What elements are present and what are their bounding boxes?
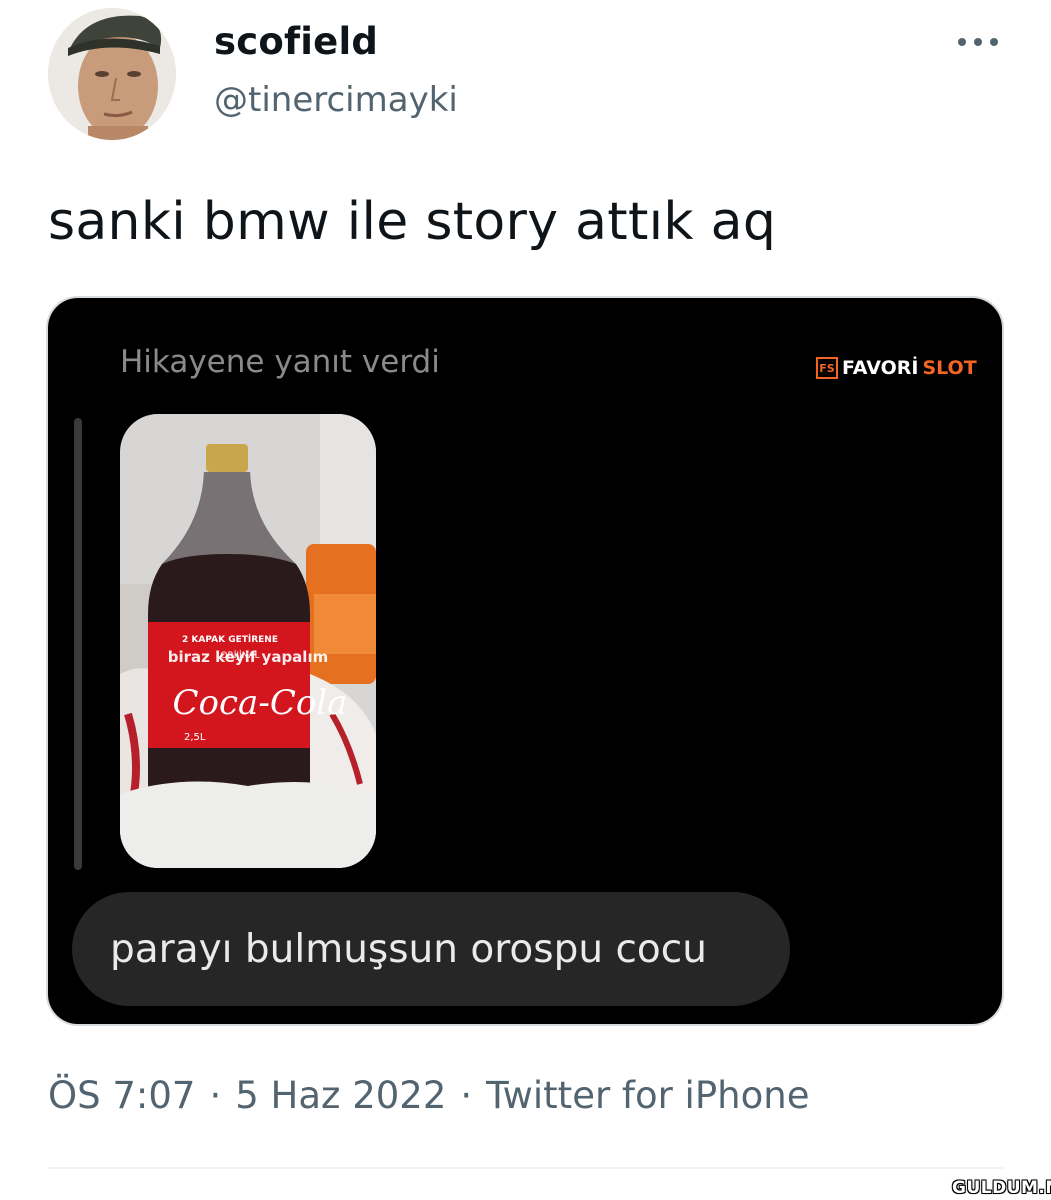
story-caption: biraz keyif yapalım xyxy=(167,648,329,666)
tweet-media[interactable]: Hikayene yanıt verdi FS FAVORİ SLOT 2 KA… xyxy=(48,298,1002,1024)
watermark-word-b: SLOT xyxy=(922,357,977,379)
dm-message-bubble: parayı bulmuşsun orospu cocu xyxy=(72,892,790,1006)
svg-text:2 KAPAK GETİRENE: 2 KAPAK GETİRENE xyxy=(182,634,278,645)
meta-separator: · xyxy=(460,1074,473,1117)
more-options-button[interactable] xyxy=(950,22,1006,62)
tweet-time[interactable]: ÖS 7:07 xyxy=(48,1074,195,1117)
story-quote-line xyxy=(74,418,82,870)
coca-cola-bottle-photo: 2 KAPAK GETİRENE ORİJİNAL Coca-Cola 2,5L xyxy=(120,414,376,868)
author-handle[interactable]: @tinercimayki xyxy=(214,80,458,120)
story-reply-context: Hikayene yanıt verdi xyxy=(120,344,440,380)
tweet-date[interactable]: 5 Haz 2022 xyxy=(235,1074,446,1117)
avatar-photo xyxy=(48,8,176,140)
tweet-metadata: ÖS 7:07 · 5 Haz 2022 · Twitter for iPhone xyxy=(48,1074,809,1117)
meta-separator: · xyxy=(209,1074,222,1117)
divider xyxy=(48,1167,1003,1169)
watermark-word-a: FAVORİ xyxy=(842,357,919,379)
avatar[interactable] xyxy=(48,8,176,140)
svg-text:Coca-Cola: Coca-Cola xyxy=(173,683,348,723)
story-thumbnail[interactable]: 2 KAPAK GETİRENE ORİJİNAL Coca-Cola 2,5L… xyxy=(120,414,376,868)
favorislot-watermark: FS FAVORİ SLOT xyxy=(816,354,977,382)
tweet-source[interactable]: Twitter for iPhone xyxy=(486,1074,809,1117)
svg-text:2,5L: 2,5L xyxy=(184,732,206,743)
author-display-name[interactable]: scofield xyxy=(214,20,378,63)
site-watermark: GULDUM.NET xyxy=(952,1178,1051,1198)
tweet-text: sanki bmw ile story attık aq xyxy=(48,192,777,252)
favorislot-logo-icon: FS xyxy=(816,357,838,379)
more-horizontal-icon xyxy=(958,38,998,46)
